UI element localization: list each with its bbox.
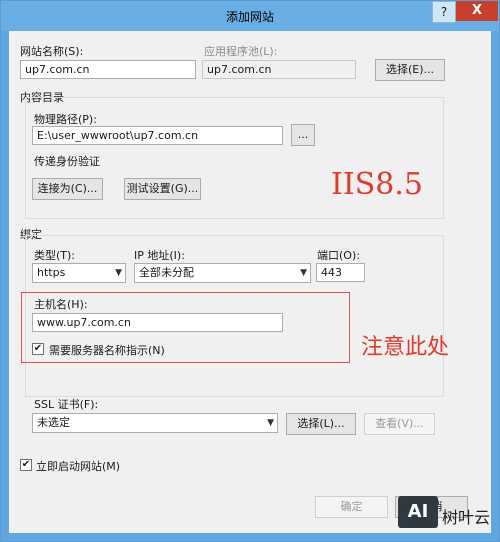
watermark: AI 树叶云 (393, 490, 499, 540)
browse-path-button[interactable]: ... (291, 124, 315, 146)
chevron-down-icon: ▼ (115, 268, 122, 278)
type-select-value: https (37, 266, 66, 279)
type-select[interactable]: https ▼ (32, 263, 126, 283)
ssl-view-button: 查看(V)... (364, 413, 435, 435)
ok-button: 确定 (315, 496, 388, 518)
sni-checkbox[interactable]: ✔ (32, 343, 44, 355)
type-label: 类型(T): (34, 249, 76, 262)
ssl-cert-label: SSL 证书(F): (34, 398, 99, 411)
start-website-checkbox[interactable]: ✔ (20, 459, 32, 471)
chevron-down-icon: ▼ (300, 268, 307, 278)
dialog-title: 添加网站 (225, 10, 274, 24)
dialog-body: 网站名称(S): up7.com.cn 应用程序池(L): up7.com.cn… (9, 31, 491, 533)
ip-address-select[interactable]: 全部未分配 ▼ (134, 263, 311, 283)
ip-address-label: IP 地址(I): (134, 249, 185, 262)
close-button[interactable]: X (456, 1, 498, 21)
pass-through-auth-label: 传递身份验证 (34, 155, 100, 168)
help-button[interactable]: ? (432, 1, 456, 23)
iis-version-annotation: IIS8.5 (331, 167, 423, 202)
note-annotation: 注意此处 (361, 335, 450, 360)
physical-path-label: 物理路径(P): (34, 113, 97, 126)
add-website-dialog: 添加网站 ? X 网站名称(S): up7.com.cn 应用程序池(L): u… (0, 0, 500, 542)
ssl-cert-select-value: 未选定 (37, 416, 70, 429)
watermark-logo-icon: AI (398, 496, 438, 528)
host-name-label: 主机名(H): (34, 298, 88, 311)
site-name-input[interactable]: up7.com.cn (20, 60, 196, 79)
app-pool-select-button[interactable]: 选择(E)... (375, 59, 445, 81)
sni-checkbox-label: 需要服务器名称指示(N) (49, 344, 165, 357)
test-settings-button[interactable]: 测试设置(G)... (124, 178, 201, 200)
app-pool-label: 应用程序池(L): (204, 45, 278, 58)
port-input[interactable]: 443 (316, 263, 365, 282)
physical-path-input[interactable]: E:\user_wwwroot\up7.com.cn (32, 126, 283, 145)
watermark-text: 树叶云 (442, 508, 491, 527)
site-name-label: 网站名称(S): (20, 45, 84, 58)
title-bar[interactable]: 添加网站 ? X (1, 1, 499, 31)
app-pool-field: up7.com.cn (202, 60, 356, 79)
ip-address-select-value: 全部未分配 (139, 266, 194, 279)
host-name-input[interactable]: www.up7.com.cn (32, 313, 283, 332)
port-label: 端口(O): (317, 249, 360, 262)
start-website-label: 立即启动网站(M) (36, 460, 121, 473)
chevron-down-icon: ▼ (267, 418, 274, 428)
ssl-cert-select[interactable]: 未选定 ▼ (32, 413, 278, 433)
connect-as-button[interactable]: 连接为(C)... (32, 178, 103, 200)
ssl-select-button[interactable]: 选择(L)... (286, 413, 356, 435)
